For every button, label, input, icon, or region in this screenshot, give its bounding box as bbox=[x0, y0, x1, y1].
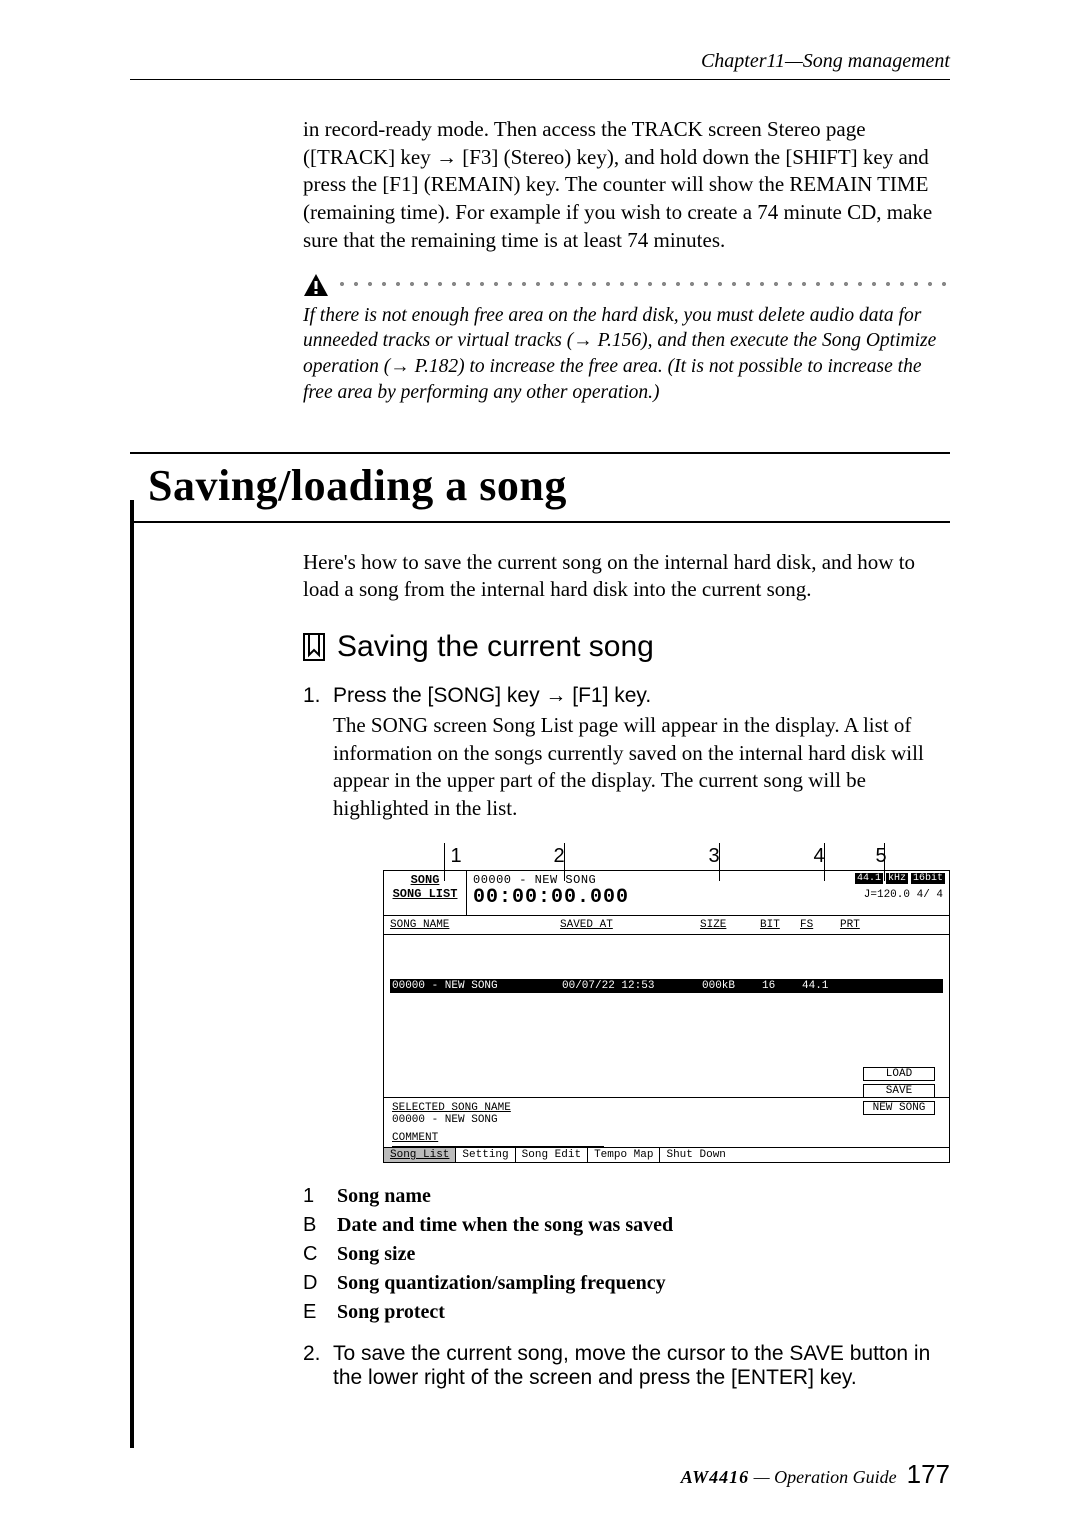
step-1-detail: The SONG screen Song List page will appe… bbox=[333, 712, 950, 823]
load-button[interactable]: LOAD bbox=[863, 1067, 935, 1081]
selected-song-value: 00000 - NEW SONG bbox=[392, 1114, 498, 1126]
footer-brand: AW4416 bbox=[681, 1467, 749, 1487]
body-column: in record-ready mode. Then access the TR… bbox=[303, 116, 950, 406]
callout-1: 1 bbox=[443, 845, 469, 868]
comment-label: COMMENT bbox=[392, 1132, 941, 1144]
warning-triangle-icon bbox=[303, 273, 329, 297]
callout-3: 3 bbox=[649, 845, 779, 868]
callout-2: 2 bbox=[469, 845, 649, 868]
section-heading: Saving/loading a song bbox=[130, 452, 950, 523]
lcd-action-buttons: LOAD SAVE NEW SONG bbox=[863, 1067, 935, 1115]
bookmark-icon bbox=[303, 633, 325, 661]
tab-song-edit[interactable]: Song Edit bbox=[516, 1148, 588, 1162]
lcd-column-headers: SONG NAME SAVED AT SIZE BIT FS PRT bbox=[384, 916, 949, 935]
lcd-status-block: 00000 - NEW SONG 00:00:00.000 44.1 kHz 1… bbox=[467, 871, 949, 915]
callout-row: 1 2 3 4 5 bbox=[383, 845, 950, 868]
footer-guide: — Operation Guide bbox=[749, 1467, 897, 1487]
page-footer: AW4416 — Operation Guide 177 bbox=[130, 1459, 950, 1490]
warning-block: If there is not enough free area on the … bbox=[303, 273, 950, 406]
selected-song-label: SELECTED SONG NAME bbox=[392, 1102, 941, 1114]
dotted-rule bbox=[339, 281, 950, 291]
tab-song-list[interactable]: Song List bbox=[384, 1148, 456, 1162]
body-column-2: Here's how to save the current song on t… bbox=[303, 549, 950, 1390]
lcd-row-selected[interactable]: 00000 - NEW SONG 00/07/22 12:53 000kB 16… bbox=[390, 979, 943, 993]
left-margin-rule bbox=[130, 500, 134, 1448]
lcd-title-block: SONG SONG LIST bbox=[384, 871, 467, 915]
step-1: 1. Press the [SONG] key → [F1] key. The … bbox=[303, 684, 950, 823]
lcd-figure: 1 2 3 4 5 SONG SONG LIST 0000 bbox=[383, 845, 950, 1163]
legend-list: 1Song name BDate and time when the song … bbox=[303, 1185, 950, 1324]
save-button[interactable]: SAVE bbox=[863, 1084, 935, 1098]
continued-paragraph: in record-ready mode. Then access the TR… bbox=[303, 116, 950, 255]
callout-4: 4 bbox=[779, 845, 859, 868]
page: Chapter11—Song management in record-read… bbox=[0, 0, 1080, 1528]
lcd-tabs: Song List Setting Song Edit Tempo Map Sh… bbox=[384, 1147, 949, 1162]
intro-paragraph: Here's how to save the current song on t… bbox=[303, 549, 950, 604]
lcd-chips: 44.1 kHz 16bit bbox=[855, 873, 945, 884]
new-song-button[interactable]: NEW SONG bbox=[863, 1101, 935, 1115]
step-1-command: Press the [SONG] key → [F1] key. bbox=[333, 684, 950, 708]
lcd-tempo: J=120.0 4/ 4 bbox=[864, 889, 943, 901]
page-header: Chapter11—Song management bbox=[130, 50, 950, 80]
step-2-number: 2. bbox=[303, 1342, 319, 1366]
subsection-row: Saving the current song bbox=[303, 630, 950, 664]
page-number: 177 bbox=[907, 1459, 950, 1490]
subsection-heading: Saving the current song bbox=[337, 630, 654, 664]
callout-5: 5 bbox=[859, 845, 903, 868]
tab-tempo-map[interactable]: Tempo Map bbox=[588, 1148, 660, 1162]
step-2-command: To save the current song, move the curso… bbox=[333, 1342, 950, 1390]
warning-text: If there is not enough free area on the … bbox=[303, 303, 950, 406]
tab-shut-down[interactable]: Shut Down bbox=[660, 1148, 949, 1162]
lcd-screenshot: SONG SONG LIST 00000 - NEW SONG 00:00:00… bbox=[383, 870, 950, 1163]
tab-setting[interactable]: Setting bbox=[456, 1148, 515, 1162]
step-2: 2. To save the current song, move the cu… bbox=[303, 1342, 950, 1390]
step-1-number: 1. bbox=[303, 684, 319, 708]
